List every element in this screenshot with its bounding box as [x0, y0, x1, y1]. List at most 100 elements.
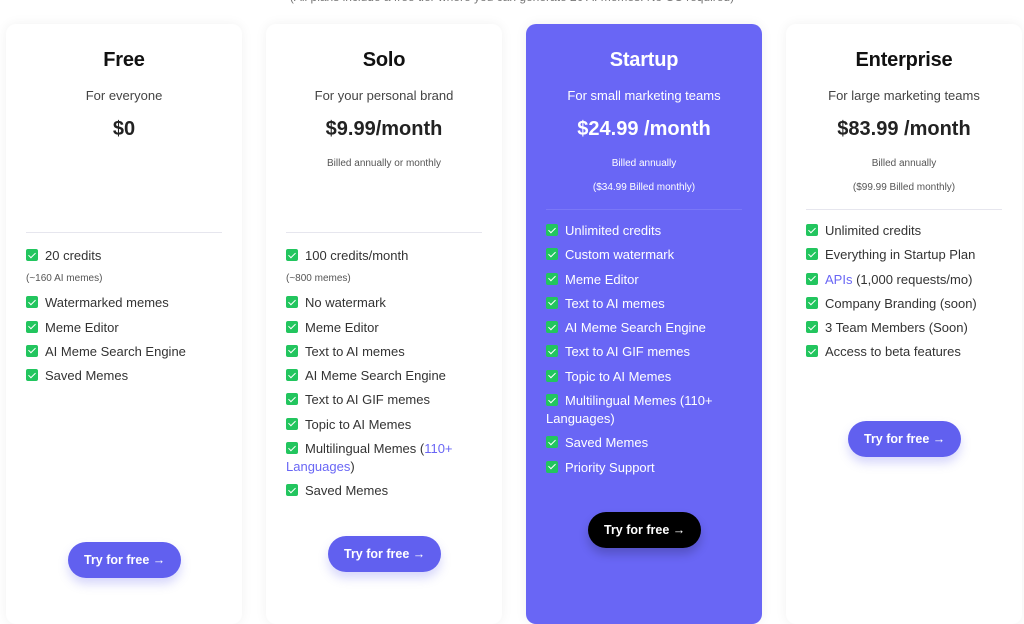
feature-link[interactable]: APIs — [825, 272, 852, 287]
checkbox-checked-icon — [806, 345, 818, 358]
feature-text: Topic to AI Memes — [565, 368, 672, 384]
plan-price: $83.99 /month — [837, 118, 971, 140]
feature-list: 100 credits/month (~800 memes) No watermar… — [286, 247, 482, 507]
checkbox-checked-icon — [286, 442, 298, 455]
feature-item: Meme Editor — [286, 319, 482, 337]
feature-item: AI Meme Search Engine — [26, 343, 222, 361]
feature-item: APIs (1,000 requests/mo) — [806, 271, 1002, 289]
feature-note: (~160 AI memes) — [26, 270, 222, 288]
checkbox-checked-icon — [286, 249, 298, 261]
feature-item: AI Meme Search Engine — [546, 319, 742, 337]
feature-text: Multilingual Memes ( — [305, 441, 425, 457]
feature-text: AI Meme Search Engine — [305, 368, 446, 384]
feature-text: Meme Editor — [305, 319, 379, 335]
feature-item: No watermark — [286, 294, 482, 312]
checkbox-checked-icon — [546, 296, 558, 309]
plan-name: Enterprise — [855, 49, 953, 71]
feature-text: Saved Memes — [565, 435, 649, 451]
feature-text: (~800 memes) — [286, 273, 351, 285]
try-for-free-button[interactable]: Try for free → — [848, 421, 962, 457]
divider — [806, 209, 1002, 210]
plan-subtitle: For large marketing teams — [828, 88, 980, 103]
feature-text: Unlimited credits — [565, 223, 662, 238]
feature-text: 100 credits/month — [305, 248, 409, 263]
try-for-free-button[interactable]: Try for free → — [328, 536, 442, 572]
checkbox-checked-icon — [26, 369, 38, 382]
billing-monthly-info: ($99.99 Billed monthly) — [852, 182, 956, 193]
feature-text: Text to AI memes — [565, 295, 665, 311]
plan-subtitle: For your personal brand — [314, 88, 454, 103]
divider — [286, 232, 482, 233]
feature-list: Unlimited credits Everything in Startup P… — [806, 222, 1002, 368]
feature-item: Custom watermark — [546, 246, 742, 264]
checkbox-checked-icon — [286, 320, 298, 333]
checkbox-checked-icon — [546, 460, 558, 473]
plan-subtitle: For everyone — [85, 88, 163, 103]
feature-text: Access to beta features — [825, 344, 961, 360]
checkbox-checked-icon — [286, 393, 298, 406]
feature-text: Everything in Startup Plan — [825, 247, 976, 263]
feature-item: Watermarked memes — [26, 294, 222, 312]
checkbox-checked-icon — [546, 272, 558, 285]
checkbox-checked-icon — [806, 296, 818, 309]
checkbox-checked-icon — [26, 296, 38, 309]
feature-list: 20 credits (~160 AI memes) Watermarked mem… — [26, 247, 222, 391]
checkbox-checked-icon — [286, 369, 298, 382]
plan-card-startup: Startup For small marketing teams $24.99… — [526, 24, 762, 624]
checkbox-checked-icon — [806, 224, 818, 236]
feature-text: Multilingual Memes (110+ Languages) — [546, 393, 713, 427]
feature-item: Saved Memes — [286, 482, 482, 500]
feature-item: 3 Team Members (Soon) — [806, 319, 1002, 337]
feature-text: AI Meme Search Engine — [565, 320, 706, 336]
checkbox-checked-icon — [26, 320, 38, 333]
divider — [546, 209, 742, 210]
try-for-free-button[interactable]: Try for free → — [588, 512, 702, 548]
try-for-free-button[interactable]: Try for free → — [68, 542, 182, 578]
feature-item: Meme Editor — [26, 319, 222, 337]
plan-subtitle: For small marketing teams — [567, 88, 721, 103]
feature-item: Everything in Startup Plan — [806, 246, 1002, 264]
feature-item: Unlimited credits — [546, 222, 742, 240]
feature-list: Unlimited credits Custom watermark Meme Ed… — [546, 222, 742, 483]
checkbox-checked-icon — [806, 321, 818, 334]
feature-item: Text to AI GIF memes — [286, 391, 482, 409]
feature-item: 100 credits/month — [286, 247, 482, 265]
billing-info: Billed annually — [871, 158, 937, 169]
checkbox-checked-icon — [286, 417, 298, 430]
plan-name: Solo — [362, 49, 406, 71]
checkbox-checked-icon — [286, 296, 298, 309]
checkbox-checked-icon — [546, 436, 558, 449]
feature-item: Priority Support — [546, 459, 742, 477]
checkbox-checked-icon — [546, 394, 558, 407]
feature-note: (~800 memes) — [286, 270, 482, 288]
feature-text: AI Meme Search Engine — [45, 343, 186, 359]
plan-price: $9.99/month — [325, 118, 443, 140]
feature-text: Text to AI GIF memes — [305, 392, 430, 408]
plan-card-free: Free For everyone $0 20 credits (~160 AI … — [6, 24, 242, 624]
feature-item: Meme Editor — [546, 271, 742, 289]
feature-item: Text to AI memes — [546, 295, 742, 313]
feature-item: Saved Memes — [546, 434, 742, 452]
feature-text: Text to AI memes — [305, 343, 405, 359]
feature-text: Company Branding (soon) — [825, 295, 977, 311]
plan-card-enterprise: Enterprise For large marketing teams $83… — [786, 24, 1022, 624]
feature-text: Topic to AI Memes — [305, 416, 412, 432]
feature-item: Text to AI GIF memes — [546, 343, 742, 361]
billing-info: Billed annually — [611, 158, 677, 169]
checkbox-checked-icon — [806, 272, 818, 285]
plan-name: Free — [103, 49, 145, 71]
feature-item: 20 credits — [26, 247, 222, 265]
feature-item: Company Branding (soon) — [806, 295, 1002, 313]
feature-text: No watermark — [305, 295, 386, 311]
feature-item: Multilingual Memes (110+ Languages) — [546, 392, 742, 428]
checkbox-checked-icon — [546, 248, 558, 261]
feature-text: Watermarked memes — [45, 295, 169, 311]
feature-text: (~160 AI memes) — [26, 273, 103, 285]
divider — [26, 232, 222, 233]
feature-text: Meme Editor — [45, 319, 119, 335]
checkbox-checked-icon — [286, 484, 298, 497]
checkbox-checked-icon — [26, 344, 38, 357]
plan-price: $0 — [112, 118, 136, 140]
checkbox-checked-icon — [546, 224, 558, 236]
checkbox-checked-icon — [546, 369, 558, 382]
